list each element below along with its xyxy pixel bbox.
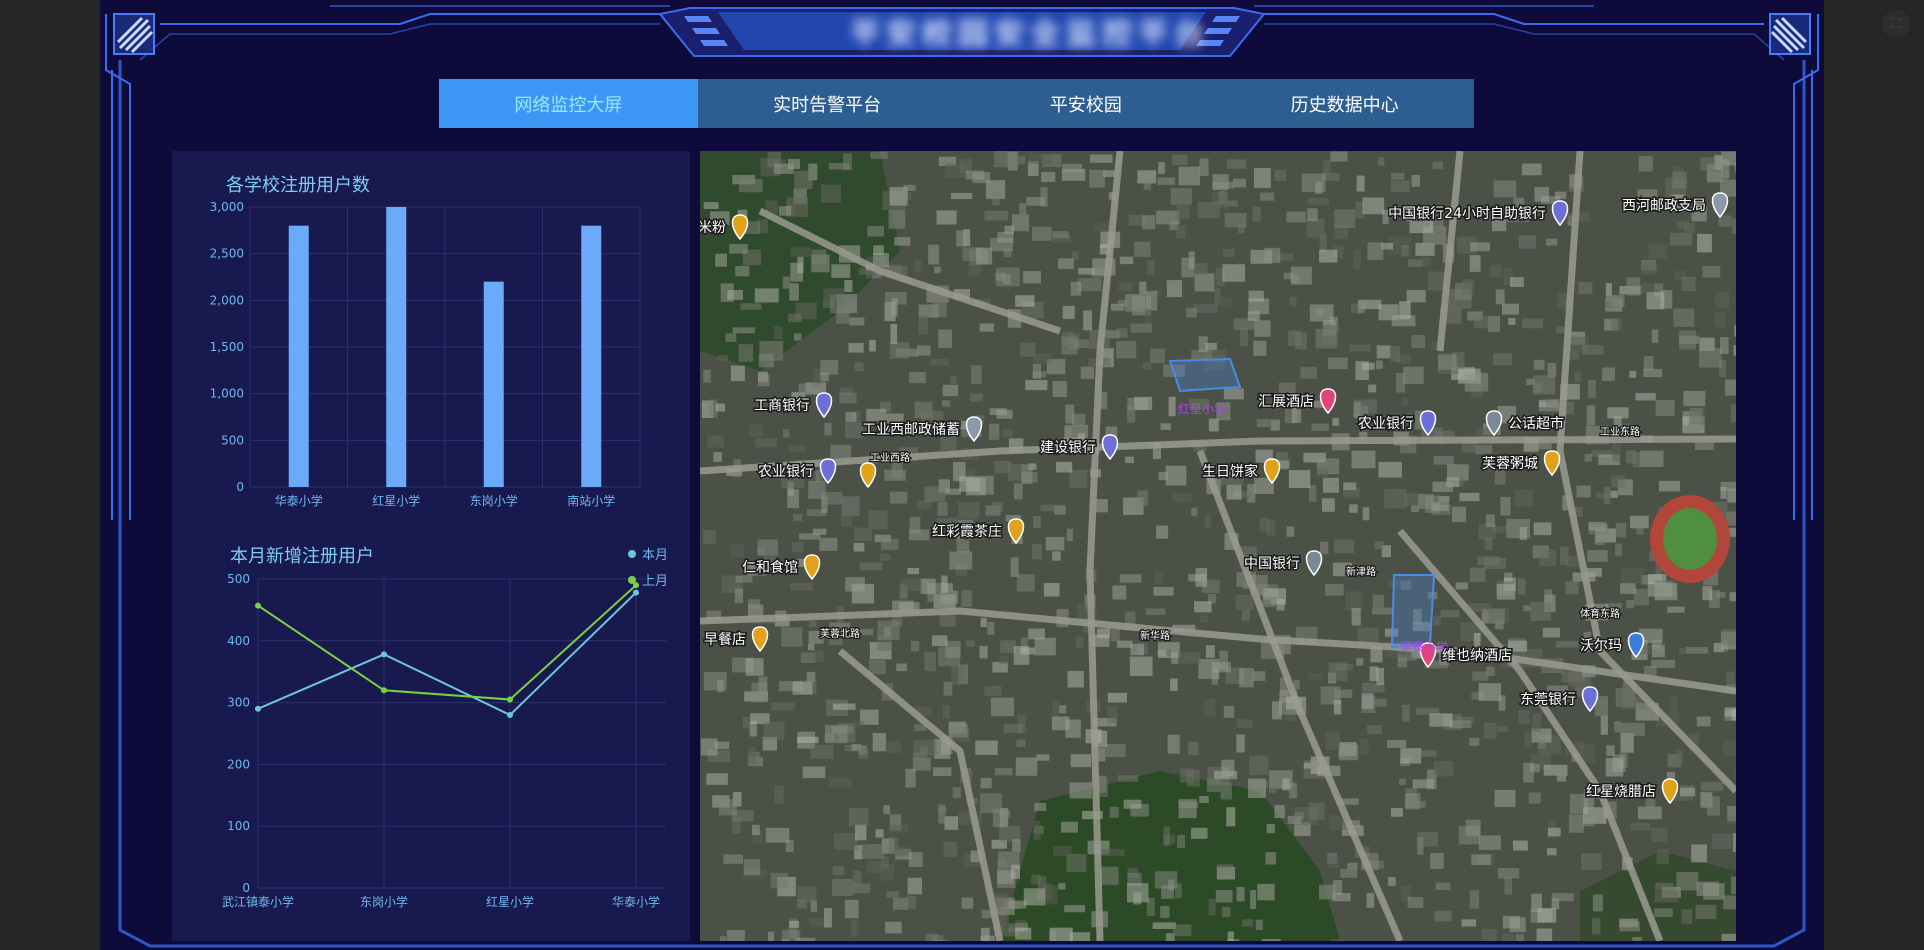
legend-label-1: 本月 <box>642 548 668 563</box>
tab-network-monitor[interactable]: 网络监控大屏 <box>439 79 698 128</box>
poi-label: 公话超市 <box>1508 415 1564 432</box>
poi-label: 中国银行24小时自助银行 <box>1388 206 1546 222</box>
legend-label-2: 上月 <box>642 574 668 589</box>
line-category-label: 红星小学 <box>486 894 534 909</box>
road-label: 工业西路 <box>870 451 910 464</box>
new-users-line-chart: 0 100 200 300 400 500 武江镇泰小学 东岗小学 红星小学 华泰小学 本月上月 <box>222 548 668 909</box>
poi-label: 工业西邮政储蓄 <box>862 422 960 438</box>
road-label: 体育东路 <box>1580 607 1620 620</box>
series-2-point <box>381 687 387 694</box>
dashboard-stage: 平安校园安全监控平台 网络监控大屏 实时告警平台 平安校园 历史数据中心 各学校… <box>100 0 1824 950</box>
road-label: 芙蓉北路 <box>820 627 860 640</box>
corner-ornament-right <box>1769 13 1811 55</box>
poi-label: 仁和食馆 <box>742 559 798 576</box>
poi-label: 红星烧腊店 <box>1586 784 1656 800</box>
page-title-plate: 平安校园安全监控平台 <box>770 6 1290 56</box>
series-1-point <box>381 651 387 658</box>
series-1-point <box>255 705 261 712</box>
poi-label: 早餐店 <box>704 632 746 648</box>
school-boundary <box>1390 574 1436 649</box>
page-title: 平安校园安全监控平台 <box>850 17 1210 52</box>
line-category-label: 武江镇泰小学 <box>222 894 294 909</box>
poi-label: 林米粉 <box>700 220 726 236</box>
series-line-1 <box>257 591 637 717</box>
school-label: 华泰小学 <box>1400 639 1448 654</box>
map-canvas[interactable]: 林米粉 中国银行24小时自助银行 西河邮政支局工商银行工业西邮政储蓄 汇展酒店农业银行… <box>700 151 1736 941</box>
poi-label: 红彩霞茶庄 <box>932 523 1002 540</box>
road-label: 新津路 <box>1346 565 1376 578</box>
tab-history-data[interactable]: 历史数据中心 <box>1215 79 1474 128</box>
left-chart-panel: 各学校注册用户数 0 500 1,000 1,500 2,000 2,500 3,000 华泰… <box>172 151 690 941</box>
poi-label: 生日饼家 <box>1202 463 1258 480</box>
poi-label: 农业银行 <box>758 464 814 480</box>
series-2-point <box>507 696 513 703</box>
poi-label: 农业银行 <box>1358 416 1414 432</box>
stadium-field <box>1663 508 1717 570</box>
line-category-label: 华泰小学 <box>612 894 660 909</box>
legend-marker-1 <box>628 550 636 558</box>
series-1-point <box>633 589 639 596</box>
series-line-2 <box>257 584 637 701</box>
line-category-label: 东岗小学 <box>360 894 408 909</box>
tab-safe-campus[interactable]: 平安校园 <box>957 79 1216 128</box>
road-label: 新华路 <box>1140 629 1170 642</box>
poi-label: 维也纳酒店 <box>1442 648 1512 664</box>
school-label: 红星小学 <box>1178 401 1226 416</box>
poi-label: 芙蓉粥城 <box>1482 455 1538 472</box>
line-ytick-label: 400 <box>227 634 250 648</box>
series-1-point <box>507 711 513 718</box>
poi-label: 东莞银行 <box>1520 692 1576 708</box>
school-boundary <box>1168 357 1242 393</box>
tab-realtime-alerts[interactable]: 实时告警平台 <box>698 79 957 128</box>
line-ytick-label: 300 <box>227 696 250 710</box>
poi-label: 中国银行 <box>1244 556 1300 572</box>
poi-label: 西河邮政支局 <box>1622 198 1706 214</box>
line-ytick-label: 100 <box>227 819 250 833</box>
legend-marker-2 <box>628 576 636 584</box>
fullscreen-icon[interactable]: ⛶ <box>1882 10 1910 38</box>
poi-label: 汇展酒店 <box>1258 394 1314 410</box>
poi-label: 建设银行 <box>1040 440 1096 456</box>
road-label: 工业东路 <box>1600 425 1640 438</box>
line-ytick-label: 200 <box>227 757 250 771</box>
main-nav: 网络监控大屏 实时告警平台 平安校园 历史数据中心 <box>439 79 1474 128</box>
poi-label: 工商银行 <box>754 398 810 414</box>
corner-ornament-left <box>113 13 155 55</box>
line-ytick-label: 0 <box>242 881 250 895</box>
poi-label: 沃尔玛 <box>1580 638 1622 654</box>
line-ytick-label: 500 <box>227 572 250 586</box>
satellite-map[interactable]: 林米粉 中国银行24小时自助银行 西河邮政支局工商银行工业西邮政储蓄 汇展酒店农业银行… <box>700 151 1736 941</box>
series-2-point <box>255 602 261 609</box>
